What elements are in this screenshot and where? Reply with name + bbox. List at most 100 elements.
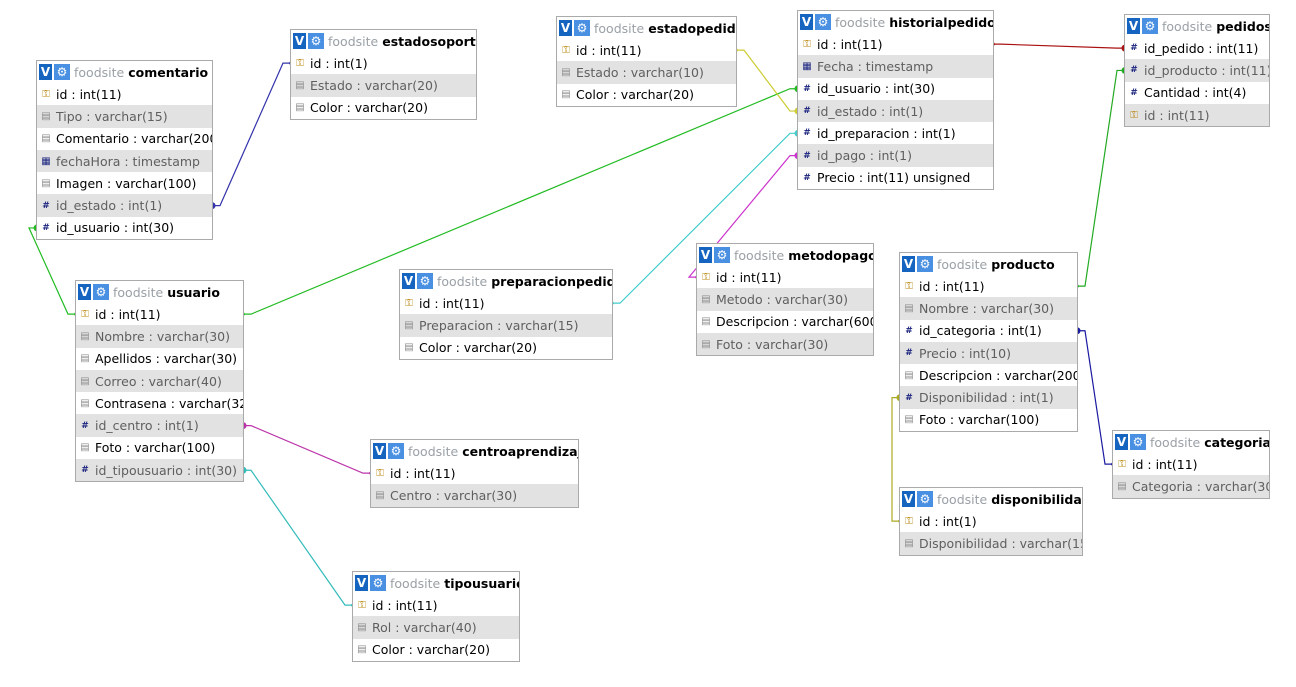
toggle-v-button[interactable]: V: [902, 256, 915, 272]
field-row[interactable]: # id_usuario : int(30): [37, 217, 212, 239]
field-row[interactable]: # Precio : int(11) unsigned: [798, 167, 993, 189]
field-row[interactable]: ⚿ id : int(11): [557, 39, 736, 61]
toggle-v-button[interactable]: V: [800, 14, 813, 30]
toggle-v-button[interactable]: V: [559, 20, 572, 36]
field-row[interactable]: # id_pago : int(1): [798, 144, 993, 167]
field-row[interactable]: # id_categoria : int(1): [900, 320, 1077, 342]
options-icon[interactable]: ⚙: [917, 256, 933, 272]
table-header[interactable]: V ⚙ foodsite pedidos: [1125, 15, 1269, 37]
field-row[interactable]: # id_centro : int(1): [76, 414, 243, 437]
table-header[interactable]: V ⚙ foodsite estadosoporte: [291, 30, 476, 52]
field-row[interactable]: # id_preparacion : int(1): [798, 122, 993, 144]
table-disponibilidad[interactable]: V ⚙ foodsite disponibilidad ⚿ id : int(1)…: [899, 487, 1083, 556]
table-header[interactable]: V ⚙ foodsite historialpedidos: [798, 11, 993, 33]
table-categoria[interactable]: V ⚙ foodsite categoria ⚿ id : int(11) ▤ Cat…: [1112, 430, 1270, 499]
field-row[interactable]: ▤ Metodo : varchar(30): [697, 288, 873, 311]
table-header[interactable]: V ⚙ foodsite preparacionpedido: [400, 270, 612, 292]
field-row[interactable]: ▦ Fecha : timestamp: [798, 55, 993, 78]
field-row[interactable]: # id_producto : int(11): [1125, 59, 1269, 82]
field-row[interactable]: ▤ Color : varchar(20): [353, 639, 519, 661]
options-icon[interactable]: ⚙: [1130, 434, 1146, 450]
field-row[interactable]: ▤ Foto : varchar(30): [697, 332, 873, 356]
field-row[interactable]: # Cantidad : int(4): [1125, 82, 1269, 104]
table-preparacionpedido[interactable]: V ⚙ foodsite preparacionpedido ⚿ id : int…: [399, 269, 613, 360]
table-estadopedido[interactable]: V ⚙ foodsite estadopedido ⚿ id : int(11) ▤…: [556, 16, 737, 107]
field-row[interactable]: ▤ Disponibilidad : varchar(15): [900, 532, 1082, 555]
table-estadosoporte[interactable]: V ⚙ foodsite estadosoporte ⚿ id : int(1) ▤…: [290, 29, 477, 120]
field-row[interactable]: ▤ Apellidos : varchar(30): [76, 348, 243, 370]
options-icon[interactable]: ⚙: [54, 64, 70, 80]
field-row[interactable]: ▤ Color : varchar(20): [557, 84, 736, 106]
options-icon[interactable]: ⚙: [1142, 18, 1158, 34]
field-row[interactable]: ⚿ id : int(1): [900, 510, 1082, 532]
field-row[interactable]: ⚿ id : int(1): [291, 52, 476, 74]
field-row[interactable]: ▤ Descripcion : varchar(200): [900, 364, 1077, 386]
table-header[interactable]: V ⚙ foodsite estadopedido: [557, 17, 736, 39]
table-header[interactable]: V ⚙ foodsite producto: [900, 253, 1077, 275]
field-row[interactable]: ▤ Color : varchar(20): [400, 337, 612, 359]
options-icon[interactable]: ⚙: [93, 284, 109, 300]
table-header[interactable]: V ⚙ foodsite categoria: [1113, 431, 1269, 453]
toggle-v-button[interactable]: V: [373, 443, 386, 459]
field-row[interactable]: # id_usuario : int(30): [798, 78, 993, 100]
field-row[interactable]: ⚿ id : int(11): [76, 303, 243, 325]
field-row[interactable]: ▤ Imagen : varchar(100): [37, 172, 212, 194]
toggle-v-button[interactable]: V: [355, 575, 368, 591]
field-row[interactable]: ⚿ id : int(11): [1125, 103, 1269, 127]
table-header[interactable]: V ⚙ foodsite comentario: [37, 61, 212, 83]
toggle-v-button[interactable]: V: [1127, 18, 1140, 34]
field-row[interactable]: ▤ Rol : varchar(40): [353, 616, 519, 639]
options-icon[interactable]: ⚙: [917, 491, 933, 507]
field-row[interactable]: # Precio : int(10): [900, 341, 1077, 365]
toggle-v-button[interactable]: V: [39, 64, 52, 80]
field-row[interactable]: ⚿ id : int(11): [353, 594, 519, 616]
field-row[interactable]: # Disponibilidad : int(1): [900, 386, 1077, 409]
field-row[interactable]: ▤ Estado : varchar(10): [557, 61, 736, 84]
field-row[interactable]: ▤ Descripcion : varchar(600): [697, 311, 873, 333]
table-header[interactable]: V ⚙ foodsite centroaprendizaje: [371, 440, 578, 462]
toggle-v-button[interactable]: V: [402, 273, 415, 289]
toggle-v-button[interactable]: V: [78, 284, 91, 300]
table-usuario[interactable]: V ⚙ foodsite usuario ⚿ id : int(11) ▤ Nombr…: [75, 280, 244, 483]
toggle-v-button[interactable]: V: [902, 491, 915, 507]
field-row[interactable]: # id_estado : int(1): [798, 99, 993, 123]
options-icon[interactable]: ⚙: [417, 273, 433, 289]
table-pedidos[interactable]: V ⚙ foodsite pedidos # id_pedido : int(11…: [1124, 14, 1270, 128]
field-row[interactable]: ▤ Estado : varchar(20): [291, 74, 476, 97]
table-producto[interactable]: V ⚙ foodsite producto ⚿ id : int(11) ▤ Nomb…: [899, 252, 1078, 433]
table-centroaprendizaje[interactable]: V ⚙ foodsite centroaprendizaje ⚿ id : int…: [370, 439, 579, 508]
options-icon[interactable]: ⚙: [388, 443, 404, 459]
field-row[interactable]: ▤ Color : varchar(20): [291, 97, 476, 119]
field-row[interactable]: # id_pedido : int(11): [1125, 37, 1269, 59]
field-row[interactable]: ⚿ id : int(11): [798, 33, 993, 55]
options-icon[interactable]: ⚙: [815, 14, 831, 30]
field-row[interactable]: ▤ Nombre : varchar(30): [900, 297, 1077, 320]
options-icon[interactable]: ⚙: [308, 33, 324, 49]
field-row[interactable]: ▤ Categoria : varchar(30): [1113, 475, 1269, 498]
field-row[interactable]: ⚿ id : int(11): [1113, 453, 1269, 475]
table-comentario[interactable]: V ⚙ foodsite comentario ⚿ id : int(11) ▤ Ti…: [36, 60, 213, 241]
options-icon[interactable]: ⚙: [370, 575, 386, 591]
field-row[interactable]: ▤ Nombre : varchar(30): [76, 325, 243, 348]
field-row[interactable]: ⚿ id : int(11): [371, 462, 578, 484]
toggle-v-button[interactable]: V: [1115, 434, 1128, 450]
table-historialpedidos[interactable]: V ⚙ foodsite historialpedidos ⚿ id : int(…: [797, 10, 994, 191]
field-row[interactable]: ⚿ id : int(11): [37, 83, 212, 105]
options-icon[interactable]: ⚙: [574, 20, 590, 36]
field-row[interactable]: ▤ Tipo : varchar(15): [37, 105, 212, 128]
table-metodopago[interactable]: V ⚙ foodsite metodopago ⚿ id : int(11) ▤ Me…: [696, 243, 874, 357]
field-row[interactable]: ⚿ id : int(11): [900, 275, 1077, 297]
table-header[interactable]: V ⚙ foodsite metodopago: [697, 244, 873, 266]
field-row[interactable]: ▤ Correo : varchar(40): [76, 369, 243, 393]
toggle-v-button[interactable]: V: [293, 33, 306, 49]
field-row[interactable]: ▤ Preparacion : varchar(15): [400, 314, 612, 337]
field-row[interactable]: # id_tipousuario : int(30): [76, 459, 243, 482]
field-row[interactable]: ▤ Centro : varchar(30): [371, 484, 578, 507]
field-row[interactable]: # id_estado : int(1): [37, 194, 212, 217]
field-row[interactable]: ▤ Foto : varchar(100): [76, 437, 243, 459]
table-tipousuario[interactable]: V ⚙ foodsite tipousuario ⚿ id : int(11) ▤ R…: [352, 571, 520, 662]
field-row[interactable]: ▤ Foto : varchar(100): [900, 409, 1077, 431]
table-header[interactable]: V ⚙ foodsite disponibilidad: [900, 488, 1082, 510]
field-row[interactable]: ▤ Contrasena : varchar(32): [76, 392, 243, 414]
options-icon[interactable]: ⚙: [714, 247, 730, 263]
